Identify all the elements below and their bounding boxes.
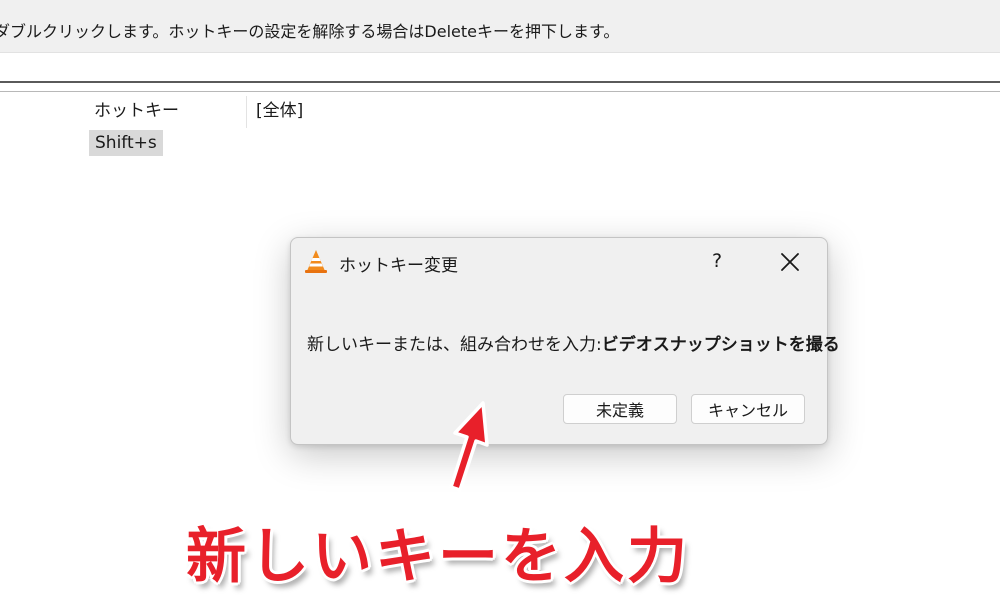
red-arrow-icon [449, 401, 489, 492]
panel-divider [0, 91, 1000, 92]
hint-bar: ダブルクリックします。ホットキーの設定を解除する場合はDeleteキーを押下しま… [0, 0, 1000, 53]
dialog-title: ホットキー変更 [339, 256, 458, 276]
column-separator [246, 96, 247, 128]
hotkey-table-header: ホットキー [全体] [88, 94, 588, 128]
close-icon [781, 253, 799, 271]
annotation-caption: 新しいキーを入力 [186, 522, 690, 592]
vlc-cone-icon [305, 250, 327, 273]
hotkey-search-input[interactable] [0, 53, 1000, 83]
dialog-message: 新しいキーまたは、組み合わせを入力:ビデオスナップショットを撮る [307, 330, 840, 355]
close-button[interactable] [769, 247, 811, 277]
cancel-button[interactable]: キャンセル [691, 394, 805, 424]
message-prefix: 新しいキーまたは、組み合わせを入力: [307, 335, 602, 355]
dialog-titlebar: ホットキー変更 ? [291, 238, 827, 284]
hint-text: ダブルクリックします。ホットキーの設定を解除する場合はDeleteキーを押下しま… [0, 22, 620, 41]
column-header-hotkey[interactable]: ホットキー [88, 94, 246, 128]
hotkey-cell-selected[interactable]: Shift+s [89, 130, 163, 156]
undefined-button[interactable]: 未定義 [563, 394, 677, 424]
column-header-global[interactable]: [全体] [248, 94, 456, 128]
help-button[interactable]: ? [697, 244, 737, 278]
message-action: ビデオスナップショットを撮る [601, 335, 840, 355]
hotkey-change-dialog: ホットキー変更 ? 新しいキーまたは、組み合わせを入力:ビデオスナップショットを… [290, 237, 840, 445]
